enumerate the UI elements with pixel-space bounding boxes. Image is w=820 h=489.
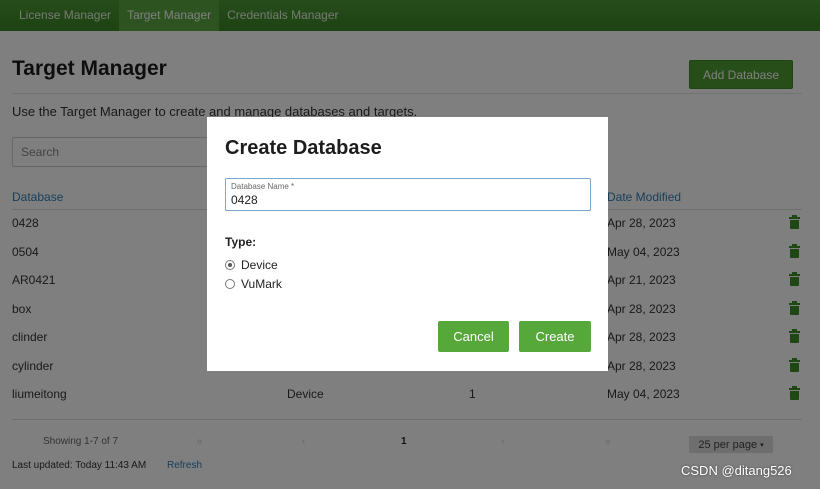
create-database-dialog: Create Database Database Name * 0428 Typ… [207, 117, 608, 371]
type-label: Type: [225, 235, 257, 249]
dialog-title: Create Database [225, 137, 382, 159]
radio-vumark[interactable]: VuMark [225, 276, 282, 292]
radio-checked-icon[interactable] [225, 260, 235, 270]
radio-device[interactable]: Device [225, 257, 278, 273]
field-value[interactable]: 0428 [231, 193, 258, 207]
radio-label: VuMark [241, 277, 282, 291]
watermark: CSDN @ditang526 [681, 463, 792, 478]
radio-label: Device [241, 258, 278, 272]
database-name-field[interactable]: Database Name * 0428 [225, 178, 591, 211]
radio-unchecked-icon[interactable] [225, 279, 235, 289]
field-label: Database Name * [231, 182, 295, 191]
cancel-button[interactable]: Cancel [438, 321, 509, 352]
create-button[interactable]: Create [519, 321, 591, 352]
